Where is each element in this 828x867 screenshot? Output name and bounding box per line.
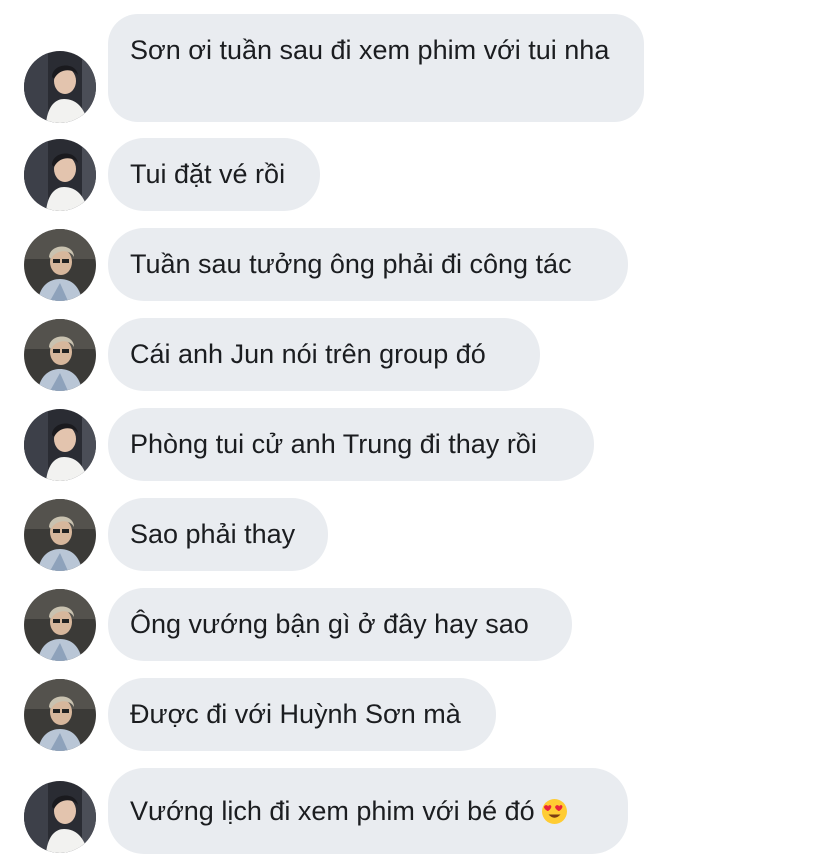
avatar-friend[interactable] [24, 229, 96, 301]
message-text: Được đi với Huỳnh Sơn mà [130, 699, 461, 729]
avatar-huynh-son[interactable] [24, 409, 96, 481]
message-row: Ông vướng bận gì ở đây hay sao [0, 588, 828, 661]
avatar-huynh-son[interactable] [24, 51, 96, 123]
message-bubble[interactable]: Được đi với Huỳnh Sơn mà [108, 678, 496, 751]
avatar-friend[interactable] [24, 679, 96, 751]
message-bubble[interactable]: Ông vướng bận gì ở đây hay sao [108, 588, 572, 661]
message-text: Sao phải thay [130, 519, 296, 549]
message-bubble[interactable]: Vướng lịch đi xem phim với bé đó [108, 768, 628, 854]
message-row: Tui đặt vé rồi [0, 138, 828, 211]
message-bubble[interactable]: Phòng tui cử anh Trung đi thay rồi [108, 408, 594, 481]
avatar-huynh-son[interactable] [24, 139, 96, 211]
message-row: Phòng tui cử anh Trung đi thay rồi [0, 408, 828, 481]
avatar-friend[interactable] [24, 319, 96, 391]
message-text: Sơn ơi tuần sau đi xem phim với tui nha [130, 35, 610, 65]
message-row: Sao phải thay [0, 498, 828, 571]
message-bubble[interactable]: Tuần sau tưởng ông phải đi công tác [108, 228, 628, 301]
message-row: Tuần sau tưởng ông phải đi công tác [0, 228, 828, 301]
message-bubble[interactable]: Tui đặt vé rồi [108, 138, 320, 211]
message-text: Phòng tui cử anh Trung đi thay rồi [130, 429, 537, 459]
message-text: Tuần sau tưởng ông phải đi công tác [130, 249, 572, 279]
message-row: Sơn ơi tuần sau đi xem phim với tui nha [0, 14, 828, 123]
message-text: Ông vướng bận gì ở đây hay sao [130, 609, 529, 639]
message-row: Cái anh Jun nói trên group đó [0, 318, 828, 391]
message-bubble[interactable]: Sao phải thay [108, 498, 328, 571]
heart-eyes-emoji-icon [541, 798, 568, 825]
avatar-friend[interactable] [24, 499, 96, 571]
message-bubble[interactable]: Cái anh Jun nói trên group đó [108, 318, 540, 391]
message-row: Được đi với Huỳnh Sơn mà [0, 678, 828, 751]
message-text: Tui đặt vé rồi [130, 159, 286, 189]
message-bubble[interactable]: Sơn ơi tuần sau đi xem phim với tui nha [108, 14, 644, 122]
message-text: Vướng lịch đi xem phim với bé đó [130, 795, 535, 826]
message-text: Cái anh Jun nói trên group đó [130, 339, 486, 369]
avatar-huynh-son[interactable] [24, 781, 96, 853]
message-thread: Sơn ơi tuần sau đi xem phim với tui nha … [0, 0, 828, 867]
avatar-friend[interactable] [24, 589, 96, 661]
message-row: Vướng lịch đi xem phim với bé đó [0, 768, 828, 854]
